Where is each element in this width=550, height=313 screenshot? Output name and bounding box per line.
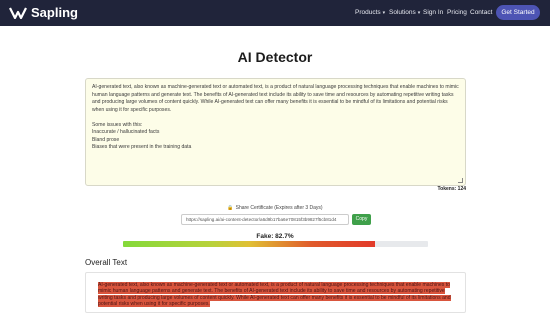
nav-solutions[interactable]: Solutions ▾ — [389, 8, 420, 18]
overall-text-heading: Overall Text — [85, 258, 128, 267]
nav-contact[interactable]: Contact — [470, 8, 492, 18]
share-certificate-text: Share Certificate (Expires after 3 Days) — [235, 205, 323, 211]
copy-button[interactable]: Copy — [352, 214, 371, 225]
top-navbar: Sapling Products ▾ Solutions ▾ Sign In Pri… — [0, 0, 550, 26]
nav-products-label: Products — [355, 9, 381, 16]
nav-products[interactable]: Products ▾ — [355, 8, 385, 18]
sapling-logo-icon — [9, 7, 27, 19]
page-title: AI Detector — [237, 49, 313, 65]
main-content: AI Detector AI-generated text, also know… — [0, 26, 550, 313]
fake-score-fill — [123, 241, 376, 247]
fake-score-label: Fake: 82.7% — [256, 233, 294, 240]
resize-handle-icon[interactable] — [458, 178, 463, 183]
fake-score-bar — [123, 241, 428, 247]
get-started-button[interactable]: Get Started — [496, 5, 540, 20]
highlighted-text: AI-generated text, also known as machine… — [98, 282, 453, 308]
chevron-down-icon: ▾ — [417, 10, 421, 16]
nav-sign-in[interactable]: Sign In — [423, 8, 443, 18]
brand-name: Sapling — [31, 5, 78, 20]
token-count: Tokens: 124 — [437, 186, 466, 192]
highlighted-sentence: AI-generated text, also known as machine… — [98, 282, 451, 308]
chevron-down-icon: ▾ — [382, 10, 386, 16]
brand-logo[interactable]: Sapling — [9, 5, 78, 21]
nav-solutions-label: Solutions — [389, 9, 416, 16]
nav-pricing[interactable]: Pricing — [447, 8, 467, 18]
lock-icon: 🔒 — [227, 205, 234, 211]
certificate-url-field[interactable] — [181, 214, 349, 225]
text-input-area[interactable]: AI-generated text, also known as machine… — [85, 78, 466, 186]
share-certificate-label[interactable]: 🔒 Share Certificate (Expires after 3 Days… — [0, 205, 550, 212]
editor-text: AI-generated text, also known as machine… — [92, 84, 459, 150]
